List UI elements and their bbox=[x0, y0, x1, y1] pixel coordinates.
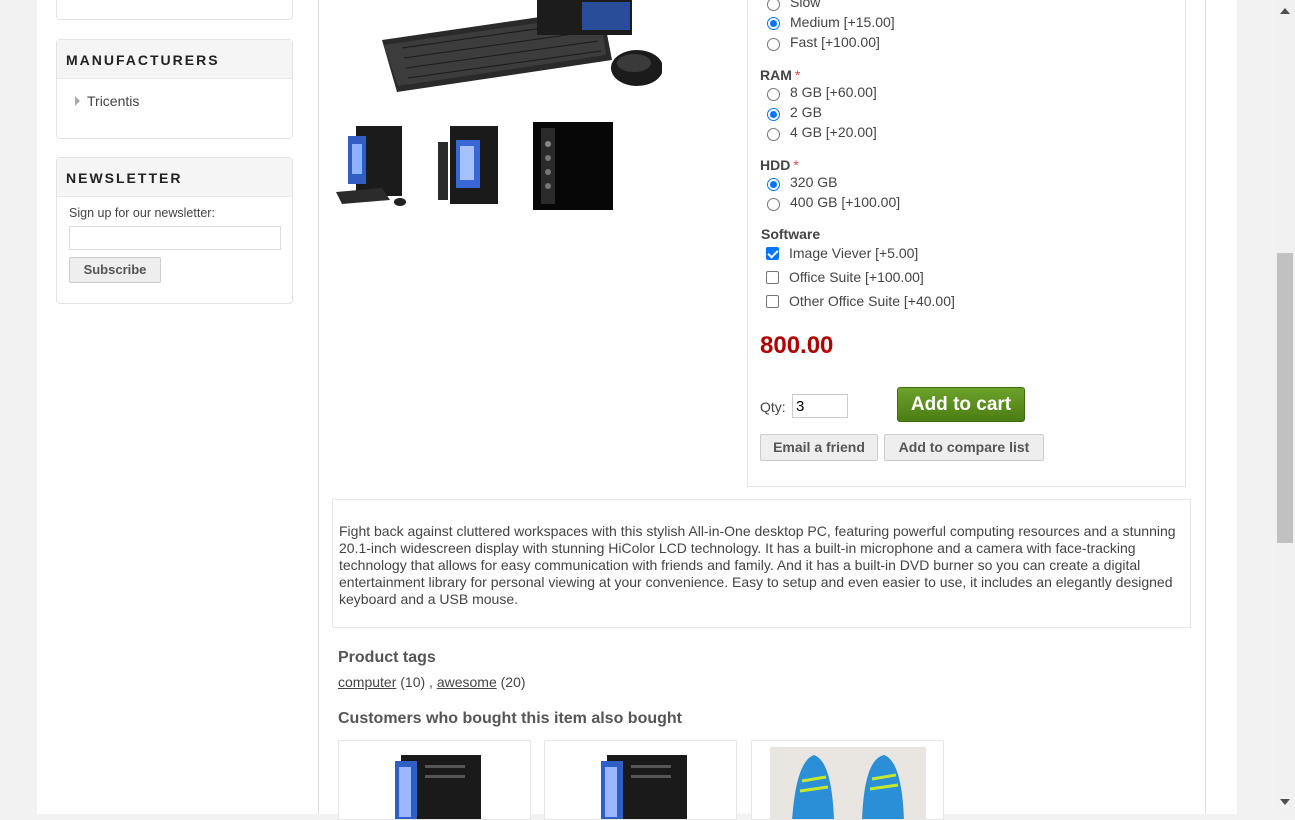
caret-right-icon bbox=[75, 96, 80, 106]
hdd-320gb-label: 320 GB bbox=[790, 174, 838, 190]
manufacturers-title: MANUFACTURERS bbox=[57, 40, 292, 79]
software-office-suite-label: Office Suite [+100.00] bbox=[789, 269, 924, 285]
software-office-suite-checkbox[interactable] bbox=[766, 271, 779, 284]
also-bought-product-3-image bbox=[770, 747, 926, 819]
also-bought-product-1-image bbox=[395, 755, 481, 819]
also-bought-title: Customers who bought this item also boug… bbox=[338, 710, 682, 727]
software-other-office-checkbox[interactable] bbox=[766, 295, 779, 308]
hdd-400gb-label: 400 GB [+100.00] bbox=[790, 194, 901, 210]
processor-fast-label: Fast [+100.00] bbox=[790, 34, 880, 50]
product-description-box: Fight back against cluttered workspaces … bbox=[332, 499, 1191, 628]
email-friend-button[interactable]: Email a friend bbox=[760, 434, 878, 461]
product-price: 800.00 bbox=[760, 332, 834, 359]
tag-count-awesome: (20) bbox=[500, 674, 526, 690]
add-to-cart-button[interactable]: Add to cart bbox=[897, 387, 1025, 422]
subscribe-button[interactable]: Subscribe bbox=[69, 257, 161, 283]
manufacturer-label: Tricentis bbox=[87, 93, 140, 109]
ram-heading: RAM * bbox=[760, 67, 801, 83]
scroll-down-arrow-icon[interactable] bbox=[1280, 799, 1290, 805]
product-thumb-3[interactable] bbox=[533, 122, 613, 210]
hdd-400gb-radio[interactable] bbox=[767, 198, 780, 211]
also-bought-product-2-image bbox=[601, 755, 687, 819]
hdd-heading: HDD * bbox=[760, 157, 799, 173]
tag-count-computer: (10) bbox=[400, 674, 426, 690]
ram-8gb-radio[interactable] bbox=[767, 88, 780, 101]
ram-4gb-radio[interactable] bbox=[767, 128, 780, 141]
scrollbar-thumb[interactable] bbox=[1277, 253, 1293, 543]
processor-slow-label: Slow bbox=[790, 0, 821, 10]
qty-label: Qty: bbox=[760, 399, 786, 415]
add-to-compare-button[interactable]: Add to compare list bbox=[884, 434, 1044, 461]
newsletter-title: NEWSLETTER bbox=[57, 158, 292, 197]
product-main-image[interactable] bbox=[342, 0, 662, 100]
ram-8gb-label: 8 GB [+60.00] bbox=[790, 84, 877, 100]
product-description: Fight back against cluttered workspaces … bbox=[339, 523, 1176, 607]
product-tags-title: Product tags bbox=[338, 649, 436, 666]
also-bought-product-2[interactable] bbox=[544, 740, 737, 820]
tag-link-computer[interactable]: computer bbox=[338, 674, 396, 690]
tag-link-awesome[interactable]: awesome bbox=[437, 674, 497, 690]
page-container: MANUFACTURERS Tricentis NEWSLETTER Sign … bbox=[37, 0, 1237, 820]
ram-4gb-label: 4 GB [+20.00] bbox=[790, 124, 877, 140]
manufacturers-block: MANUFACTURERS Tricentis bbox=[56, 39, 293, 139]
sidebar-top-block bbox=[56, 0, 293, 20]
also-bought-product-1[interactable] bbox=[338, 740, 531, 820]
ram-2gb-label: 2 GB bbox=[790, 104, 822, 120]
software-other-office-label: Other Office Suite [+40.00] bbox=[789, 293, 955, 309]
also-bought-product-3[interactable] bbox=[751, 740, 944, 820]
processor-fast-radio[interactable] bbox=[767, 38, 780, 51]
product-thumb-1[interactable] bbox=[334, 122, 414, 210]
hdd-320gb-radio[interactable] bbox=[767, 178, 780, 191]
center-border-right bbox=[1205, 0, 1206, 814]
product-thumb-2[interactable] bbox=[434, 122, 514, 210]
newsletter-label: Sign up for our newsletter: bbox=[69, 206, 215, 220]
processor-medium-radio[interactable] bbox=[767, 17, 780, 30]
software-heading: Software bbox=[761, 226, 821, 242]
processor-medium-label: Medium [+15.00] bbox=[790, 14, 895, 30]
product-tags-list: computer (10) , awesome (20) bbox=[338, 674, 526, 690]
scroll-up-arrow-icon[interactable] bbox=[1280, 8, 1290, 14]
ram-2gb-radio[interactable] bbox=[767, 108, 780, 121]
newsletter-block: NEWSLETTER Sign up for our newsletter: S… bbox=[56, 157, 293, 304]
software-image-viewer-label: Image Viever [+5.00] bbox=[789, 245, 919, 261]
manufacturer-link-tricentis[interactable]: Tricentis bbox=[75, 93, 139, 109]
qty-input[interactable] bbox=[792, 394, 848, 418]
software-image-viewer-checkbox[interactable] bbox=[766, 247, 779, 260]
newsletter-email-input[interactable] bbox=[69, 226, 281, 250]
center-border-left bbox=[318, 0, 319, 814]
tag-separator: , bbox=[429, 674, 433, 690]
